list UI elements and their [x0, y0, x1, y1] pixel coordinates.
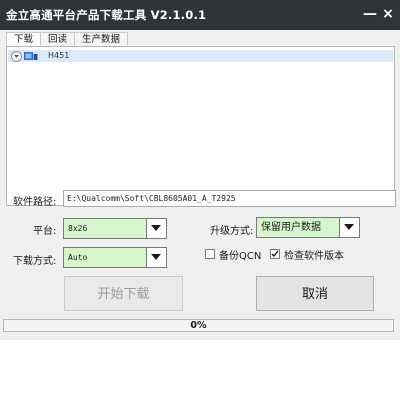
- expand-icon[interactable]: [11, 51, 22, 62]
- chevron-down-icon[interactable]: [146, 219, 166, 238]
- progress-bar: 0%: [3, 319, 394, 332]
- platform-select[interactable]: 8x26: [63, 218, 167, 239]
- backup-qcn-checkbox[interactable]: [205, 249, 215, 259]
- chevron-down-icon[interactable]: [339, 218, 359, 237]
- window-title: 金立高通平台产品下载工具 V2.1.0.1: [6, 8, 207, 22]
- check-version-checkbox[interactable]: [270, 249, 280, 259]
- checkmark-icon: [271, 250, 279, 258]
- platform-value: 8x26: [68, 224, 88, 233]
- download-mode-label: 下载方式:: [13, 256, 57, 267]
- device-row[interactable]: H451: [8, 50, 393, 62]
- progress-text: 0%: [190, 320, 207, 331]
- path-label: 软件路径:: [13, 197, 57, 208]
- cancel-button[interactable]: 取消: [256, 276, 374, 311]
- title-bar: 金立高通平台产品下载工具 V2.1.0.1 — ×: [0, 0, 400, 30]
- start-download-button[interactable]: 开始下载: [64, 276, 183, 311]
- close-button[interactable]: ×: [380, 4, 396, 24]
- platform-label: 平台:: [33, 226, 57, 237]
- phone-device-icon: [24, 52, 38, 60]
- tab-bar: 下载 回读 生产数据: [6, 32, 129, 47]
- device-label: H451: [48, 51, 70, 60]
- tab-readback[interactable]: 回读: [40, 32, 76, 47]
- upgrade-mode-select[interactable]: 保留用户数据: [256, 217, 360, 238]
- backup-qcn-label: 备份QCN: [219, 251, 262, 262]
- tab-production-data[interactable]: 生产数据: [74, 32, 129, 47]
- download-mode-value: Auto: [68, 253, 88, 262]
- download-mode-select[interactable]: Auto: [63, 247, 167, 268]
- path-input[interactable]: E:\Qualcomm\Soft\CBL8605A01_A_T2925: [63, 190, 396, 207]
- chevron-down-icon[interactable]: [146, 248, 166, 267]
- upgrade-mode-value: 保留用户数据: [261, 222, 321, 233]
- upgrade-mode-label: 升级方式:: [210, 226, 254, 237]
- minimize-button[interactable]: —: [362, 4, 378, 24]
- device-list-panel: H451: [6, 46, 395, 206]
- main-panel: 下载 回读 生产数据 H451 软件路径: E:\Qualcomm\Soft\C…: [0, 30, 400, 340]
- tab-download[interactable]: 下载: [6, 32, 42, 47]
- check-version-label: 检查软件版本: [284, 251, 344, 262]
